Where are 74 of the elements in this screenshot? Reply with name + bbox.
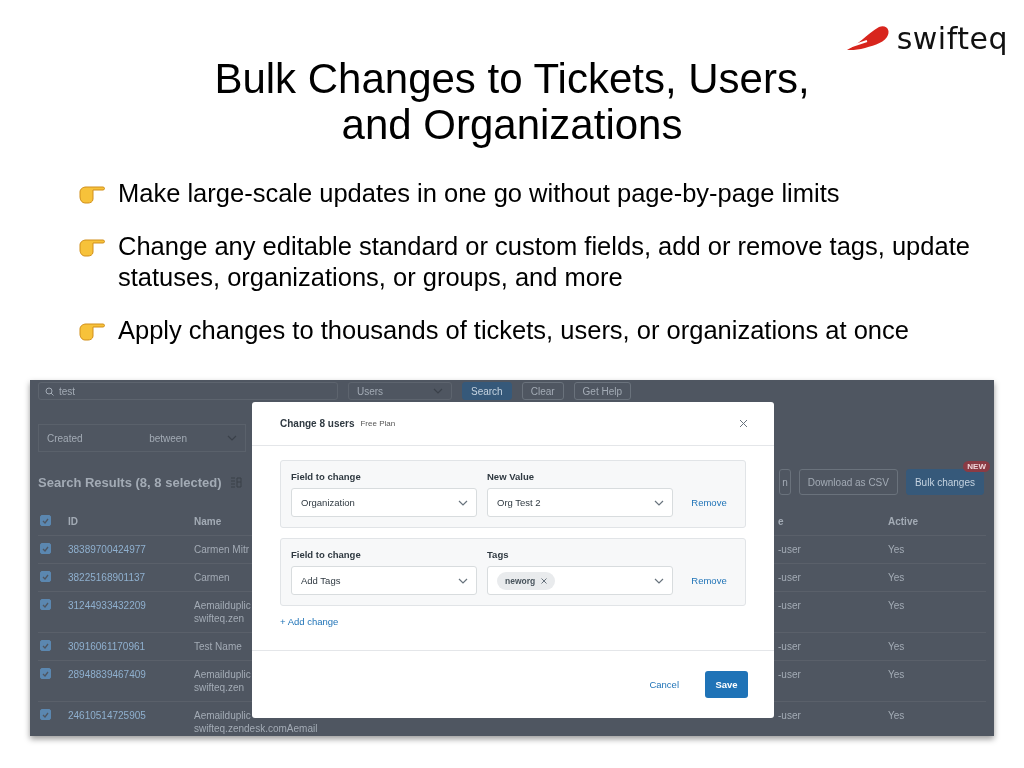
slide-title: Bulk Changes to Tickets, Users, and Organizations — [213, 56, 811, 148]
table-cell: Yes — [886, 592, 986, 633]
chevron-down-icon — [227, 435, 237, 441]
cancel-button[interactable]: Cancel — [649, 679, 679, 690]
table-cell: 28948839467409 — [66, 661, 192, 702]
table-cell: -user — [778, 633, 886, 661]
action-button[interactable]: n — [779, 469, 791, 495]
table-cell: 30916061170961 — [66, 633, 192, 661]
chevron-down-icon — [433, 388, 443, 394]
close-icon[interactable] — [739, 419, 748, 428]
checkbox[interactable] — [40, 599, 51, 610]
checkbox[interactable] — [40, 515, 51, 526]
pointing-hand-icon — [78, 184, 106, 204]
chevron-down-icon — [458, 499, 468, 506]
field-select[interactable]: Organization — [291, 488, 477, 517]
toolbar-button[interactable]: Clear — [521, 382, 564, 400]
table-cell: Yes — [886, 536, 986, 564]
column-header: Active — [886, 508, 986, 536]
table-cell: Yes — [886, 564, 986, 592]
chevron-down-icon — [458, 577, 468, 584]
checkbox[interactable] — [40, 709, 51, 720]
checkbox[interactable] — [40, 668, 51, 679]
search-icon — [45, 386, 54, 396]
table-cell: -user — [778, 661, 886, 702]
table-cell: 31244933432209 — [66, 592, 192, 633]
tag-chip[interactable]: neworg — [497, 571, 556, 590]
filter-field: Created — [47, 432, 83, 444]
table-cell: -user — [778, 536, 886, 564]
chevron-down-icon — [654, 577, 664, 584]
bullet-text: Change any editable standard or custom fields, add or remove tags, update statuses, organizations, or groups, and more — [118, 231, 971, 293]
table-cell: -user — [778, 592, 886, 633]
field-label: Tags — [487, 549, 510, 560]
table-cell: Yes — [886, 661, 986, 702]
table-cell: 24610514725905 — [66, 702, 192, 736]
pointing-hand-icon — [78, 237, 106, 257]
type-select[interactable]: Users — [348, 382, 452, 400]
bullet-text: Apply changes to thousands of tickets, users, or organizations at once — [118, 315, 910, 346]
table-cell: 38389700424977 — [66, 536, 192, 564]
results-title: Search Results (8, 8 selected) — [38, 474, 222, 490]
field-select[interactable]: Add Tags — [291, 566, 477, 595]
dialog-title: Change 8 users — [280, 418, 355, 429]
table-cell: -user — [778, 564, 886, 592]
chevron-down-icon — [654, 499, 664, 506]
logo-text: swifteq — [896, 20, 1008, 56]
checkbox[interactable] — [40, 640, 51, 651]
toolbar-button[interactable]: Get Help — [573, 382, 632, 400]
checkbox[interactable] — [40, 543, 51, 554]
table-cell: 38225168901137 — [66, 564, 192, 592]
add-change-link[interactable]: + Add change — [280, 616, 339, 627]
pointing-hand-icon — [78, 321, 106, 341]
filter-select[interactable]: Created between — [38, 424, 246, 452]
new-badge: NEW — [963, 461, 990, 472]
tags-select[interactable]: neworg — [487, 566, 673, 595]
search-field[interactable]: test — [38, 382, 338, 400]
table-cell: Yes — [886, 633, 986, 661]
filter-operator: between — [149, 432, 187, 444]
column-header: e — [778, 508, 886, 536]
action-button[interactable]: Bulk changes — [905, 469, 984, 495]
bullet-text: Make large-scale updates in one go without page-by-page limits — [118, 178, 841, 209]
remove-link[interactable]: Remove — [691, 575, 727, 586]
table-cell: -user — [778, 702, 886, 736]
remove-link[interactable]: Remove — [691, 497, 727, 508]
field-label: Field to change — [291, 471, 362, 482]
field-label: Field to change — [291, 549, 362, 560]
table-cell: Yes — [886, 702, 986, 736]
toolbar-button[interactable]: Search — [462, 382, 512, 400]
column-header: ID — [66, 508, 192, 536]
field-label: New Value — [487, 471, 535, 482]
close-icon[interactable] — [541, 577, 548, 584]
plan-label: Free Plan — [360, 419, 396, 428]
save-button[interactable]: Save — [705, 671, 748, 698]
value-select[interactable]: Org Test 2 — [487, 488, 673, 517]
action-button[interactable]: Download as CSV — [798, 469, 898, 495]
checkbox[interactable] — [40, 571, 51, 582]
